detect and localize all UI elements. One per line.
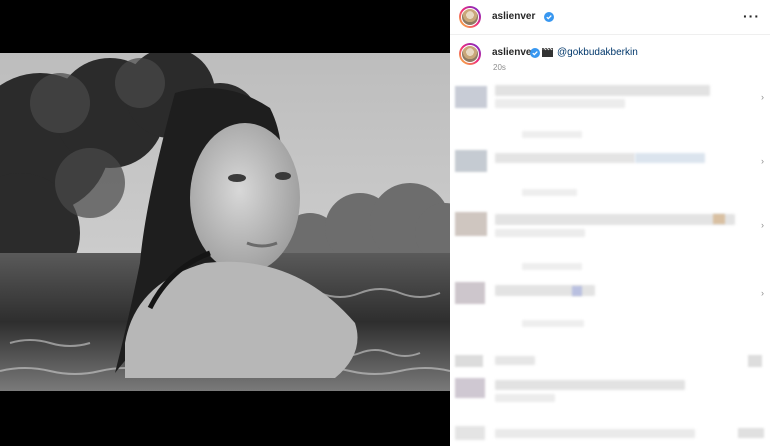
comment-text-blurred xyxy=(495,429,695,438)
comment-like-blurred[interactable] xyxy=(748,355,762,367)
avatar[interactable] xyxy=(459,6,481,28)
comment-emoji-blurred xyxy=(713,214,725,224)
comment-avatar[interactable] xyxy=(455,150,487,172)
chevron-right-icon[interactable]: › xyxy=(761,220,764,230)
comment-avatar[interactable] xyxy=(455,355,483,367)
comment-avatar[interactable] xyxy=(455,212,487,236)
comment-emoji-blurred xyxy=(572,286,582,296)
caption-avatar-image xyxy=(461,45,479,63)
comment-text-blurred xyxy=(495,356,535,365)
more-options-icon[interactable]: ··· xyxy=(743,9,760,23)
photo-image xyxy=(0,53,450,391)
caption-username[interactable]: aslienver xyxy=(492,47,535,58)
comment-meta-blurred xyxy=(522,263,582,270)
media-pane xyxy=(0,0,450,446)
avatar-image xyxy=(461,8,479,26)
comment-avatar[interactable] xyxy=(455,282,485,304)
chevron-right-icon[interactable]: › xyxy=(761,92,764,102)
post-timestamp: 20s xyxy=(493,63,506,72)
comment-meta-blurred xyxy=(522,189,577,196)
mention-link[interactable]: @gokbudakberkin xyxy=(557,47,638,58)
caption-avatar[interactable] xyxy=(459,43,481,65)
comment-like-blurred[interactable] xyxy=(738,428,764,438)
comment-meta-blurred xyxy=(522,320,584,327)
comment-text-blurred xyxy=(495,99,625,108)
comment-text-blurred xyxy=(635,153,705,163)
post-side-panel: aslienver ··· aslienver @gokbudakberkin … xyxy=(450,0,770,446)
header-username[interactable]: aslienver xyxy=(492,11,535,22)
verified-badge-icon xyxy=(530,48,540,58)
post-header: aslienver ··· xyxy=(450,0,770,35)
post-photo[interactable] xyxy=(0,53,450,391)
clapper-board-icon xyxy=(542,48,553,57)
comment-avatar[interactable] xyxy=(455,86,487,108)
comment-text-blurred xyxy=(495,229,585,237)
comment-text-blurred xyxy=(495,380,685,390)
comment-text-blurred xyxy=(495,85,710,96)
comment-avatar[interactable] xyxy=(455,426,485,440)
comment-text-blurred xyxy=(495,214,735,225)
comment-text-blurred xyxy=(495,153,635,163)
chevron-right-icon[interactable]: › xyxy=(761,288,764,298)
verified-badge-icon xyxy=(544,12,554,22)
comment-avatar[interactable] xyxy=(455,378,485,398)
comment-meta-blurred xyxy=(522,131,582,138)
post-caption: aslienver @gokbudakberkin 20s xyxy=(450,35,770,75)
comment-text-blurred xyxy=(495,394,555,402)
chevron-right-icon[interactable]: › xyxy=(761,156,764,166)
